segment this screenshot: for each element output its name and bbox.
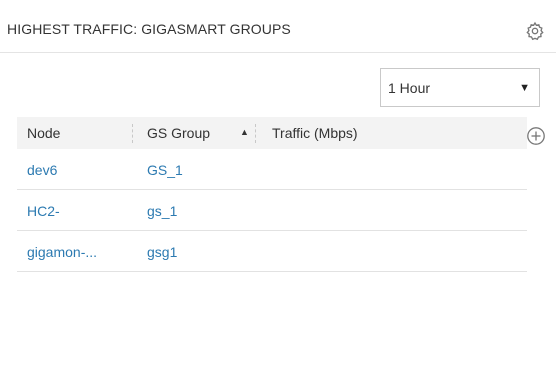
column-header-node[interactable]: Node [27, 125, 60, 141]
widget-title: HIGHEST TRAFFIC: GIGASMART GROUPS [7, 21, 291, 37]
table-row: HC2- gs_1 [17, 190, 527, 231]
table-row: dev6 GS_1 [17, 149, 527, 190]
node-link[interactable]: HC2- [27, 203, 60, 219]
widget-header: HIGHEST TRAFFIC: GIGASMART GROUPS [0, 0, 556, 53]
gs-group-link[interactable]: gs_1 [147, 203, 177, 219]
column-divider[interactable] [255, 124, 256, 143]
column-divider[interactable] [132, 124, 133, 143]
table-header: Node GS Group ▲ Traffic (Mbps) [17, 117, 527, 149]
sort-ascending-icon[interactable]: ▲ [240, 127, 249, 137]
table-row: gigamon-... gsg1 [17, 231, 527, 272]
column-header-gs-group[interactable]: GS Group [147, 125, 210, 141]
node-link[interactable]: gigamon-... [27, 244, 97, 260]
add-column-icon[interactable] [526, 126, 546, 146]
traffic-widget: HIGHEST TRAFFIC: GIGASMART GROUPS 1 Hour… [0, 0, 556, 392]
traffic-table: Node GS Group ▲ Traffic (Mbps) dev6 GS_1… [17, 117, 527, 272]
time-range-value: 1 Hour [388, 80, 431, 96]
column-header-traffic[interactable]: Traffic (Mbps) [272, 125, 358, 141]
time-range-select[interactable]: 1 Hour ▼ [380, 68, 540, 107]
gs-group-link[interactable]: GS_1 [147, 162, 183, 178]
dropdown-arrow-icon: ▼ [519, 82, 530, 94]
gs-group-link[interactable]: gsg1 [147, 244, 177, 260]
node-link[interactable]: dev6 [27, 162, 57, 178]
gear-icon[interactable] [525, 21, 545, 41]
